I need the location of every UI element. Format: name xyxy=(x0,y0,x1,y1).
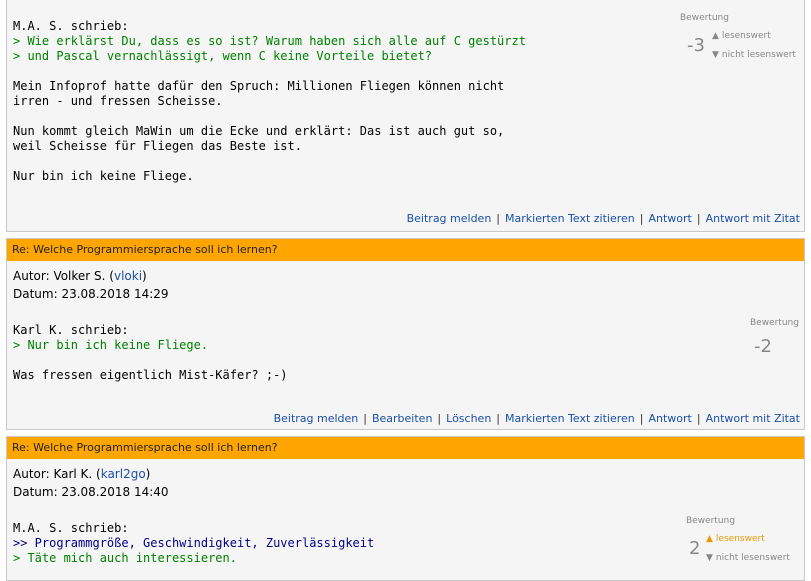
vote-down-button[interactable]: ▼ nicht lesenswert xyxy=(706,553,790,563)
rating-label: Bewertung xyxy=(686,516,735,526)
triangle-down-icon: ▼ xyxy=(712,50,719,60)
triangle-up-icon: ▲ xyxy=(706,534,713,544)
rating-label: Bewertung xyxy=(680,13,729,23)
action-link-markierten-text-zitieren[interactable]: Markierten Text zitieren xyxy=(505,412,635,425)
quote-line: > und Pascal vernachlässigt, wenn C kein… xyxy=(13,49,433,63)
action-separator: | xyxy=(363,412,367,425)
quote-line: > Wie erklärst Du, dass es so ist? Warum… xyxy=(13,34,526,48)
post-text-line: irren - und fressen Scheisse. xyxy=(13,94,223,108)
forum-post: Re: Welche Programmiersprache soll ich l… xyxy=(6,436,805,581)
action-separator: | xyxy=(696,212,701,225)
post-text-line: M.A. S. schrieb: xyxy=(13,19,129,33)
forum-post: M.A. S. schrieb: > Wie erklärst Du, dass … xyxy=(6,0,805,232)
post-date: Datum: 23.08.2018 14:40 xyxy=(13,485,169,499)
post-body: M.A. S. schrieb: >> Programmgröße, Geschw… xyxy=(13,521,374,566)
post-body: Karl K. schrieb: > Nur bin ich keine Flie… xyxy=(13,323,288,383)
post-title: Re: Welche Programmiersprache soll ich l… xyxy=(7,437,804,459)
action-link-beitrag-melden[interactable]: Beitrag melden xyxy=(274,412,359,425)
rating-label: Bewertung xyxy=(750,318,799,328)
post-text-line: Mein Infoprof hatte dafür den Spruch: Mi… xyxy=(13,79,505,93)
action-link-markierten-text-zitieren[interactable]: Markierten Text zitieren xyxy=(505,212,635,225)
post-text-line: weil Scheisse für Fliegen das Beste ist. xyxy=(13,139,302,153)
forum-post: Re: Welche Programmiersprache soll ich l… xyxy=(6,238,805,430)
action-link-antwort-mit-zitat[interactable]: Antwort mit Zitat xyxy=(706,412,800,425)
author-link[interactable]: karl2go xyxy=(101,467,146,481)
post-text-line: M.A. S. schrieb: xyxy=(13,521,129,535)
action-link-antwort[interactable]: Antwort xyxy=(648,412,691,425)
post-text-line: Karl K. schrieb: xyxy=(13,323,129,337)
post-date: Datum: 23.08.2018 14:29 xyxy=(13,287,169,301)
rating-panel: Bewertung 2 ▲ lesenswert ▼ nicht lesenswer… xyxy=(686,516,806,576)
post-body: M.A. S. schrieb: > Wie erklärst Du, dass … xyxy=(13,19,526,184)
post-author: Autor: Volker S. (vloki) xyxy=(13,269,147,283)
author-link[interactable]: vloki xyxy=(114,269,142,283)
action-separator: | xyxy=(696,412,701,425)
post-text-line: Was fressen eigentlich Mist-Käfer? ;-) xyxy=(13,368,288,382)
post-meta: Autor: Volker S. (vloki) Datum: 23.08.20… xyxy=(7,261,804,303)
action-link-antwort[interactable]: Antwort xyxy=(648,212,691,225)
quote-line: > Nur bin ich keine Fliege. xyxy=(13,338,209,352)
vote-down-button[interactable]: ▼ nicht lesenswert xyxy=(712,50,796,60)
action-link-löschen[interactable]: Löschen xyxy=(446,412,491,425)
post-text-line xyxy=(13,353,288,368)
post-actions: Beitrag melden | Markierten Text zitieren |… xyxy=(407,212,800,225)
vote-up-button[interactable]: ▲ lesenswert xyxy=(712,31,771,41)
action-separator: | xyxy=(639,412,644,425)
action-separator: | xyxy=(437,412,442,425)
post-meta: Autor: Karl K. (karl2go) Datum: 23.08.20… xyxy=(7,459,804,501)
action-separator: | xyxy=(496,412,501,425)
post-text-line: Nur bin ich keine Fliege. xyxy=(13,169,194,183)
action-link-antwort-mit-zitat[interactable]: Antwort mit Zitat xyxy=(706,212,800,225)
post-text-line xyxy=(13,64,526,79)
vote-up-button[interactable]: ▲ lesenswert xyxy=(706,534,765,544)
triangle-down-icon: ▼ xyxy=(706,553,713,563)
post-text-line xyxy=(13,109,526,124)
action-link-bearbeiten[interactable]: Bearbeiten xyxy=(372,412,432,425)
rating-score: -2 xyxy=(754,336,772,357)
rating-score: 2 xyxy=(689,538,701,559)
post-title: Re: Welche Programmiersprache soll ich l… xyxy=(7,239,804,261)
quote-line: > Täte mich auch interessieren. xyxy=(13,551,237,565)
rating-panel: Bewertung -3 ▲ lesenswert ▼ nicht lesenswe… xyxy=(680,13,800,73)
rating-score: -3 xyxy=(687,35,705,56)
post-text-line xyxy=(13,154,526,169)
post-text-line: Nun kommt gleich MaWin um die Ecke und e… xyxy=(13,124,505,138)
triangle-up-icon: ▲ xyxy=(712,31,719,41)
action-separator: | xyxy=(496,212,501,225)
action-separator: | xyxy=(639,212,644,225)
post-author: Autor: Karl K. (karl2go) xyxy=(13,467,151,481)
post-actions: Beitrag melden | Bearbeiten | Löschen | Markie… xyxy=(274,412,800,425)
quote-line: >> Programmgröße, Geschwindigkeit, Zuver… xyxy=(13,536,375,550)
rating-panel: Bewertung -2 xyxy=(750,318,810,358)
action-link-beitrag-melden[interactable]: Beitrag melden xyxy=(407,212,492,225)
